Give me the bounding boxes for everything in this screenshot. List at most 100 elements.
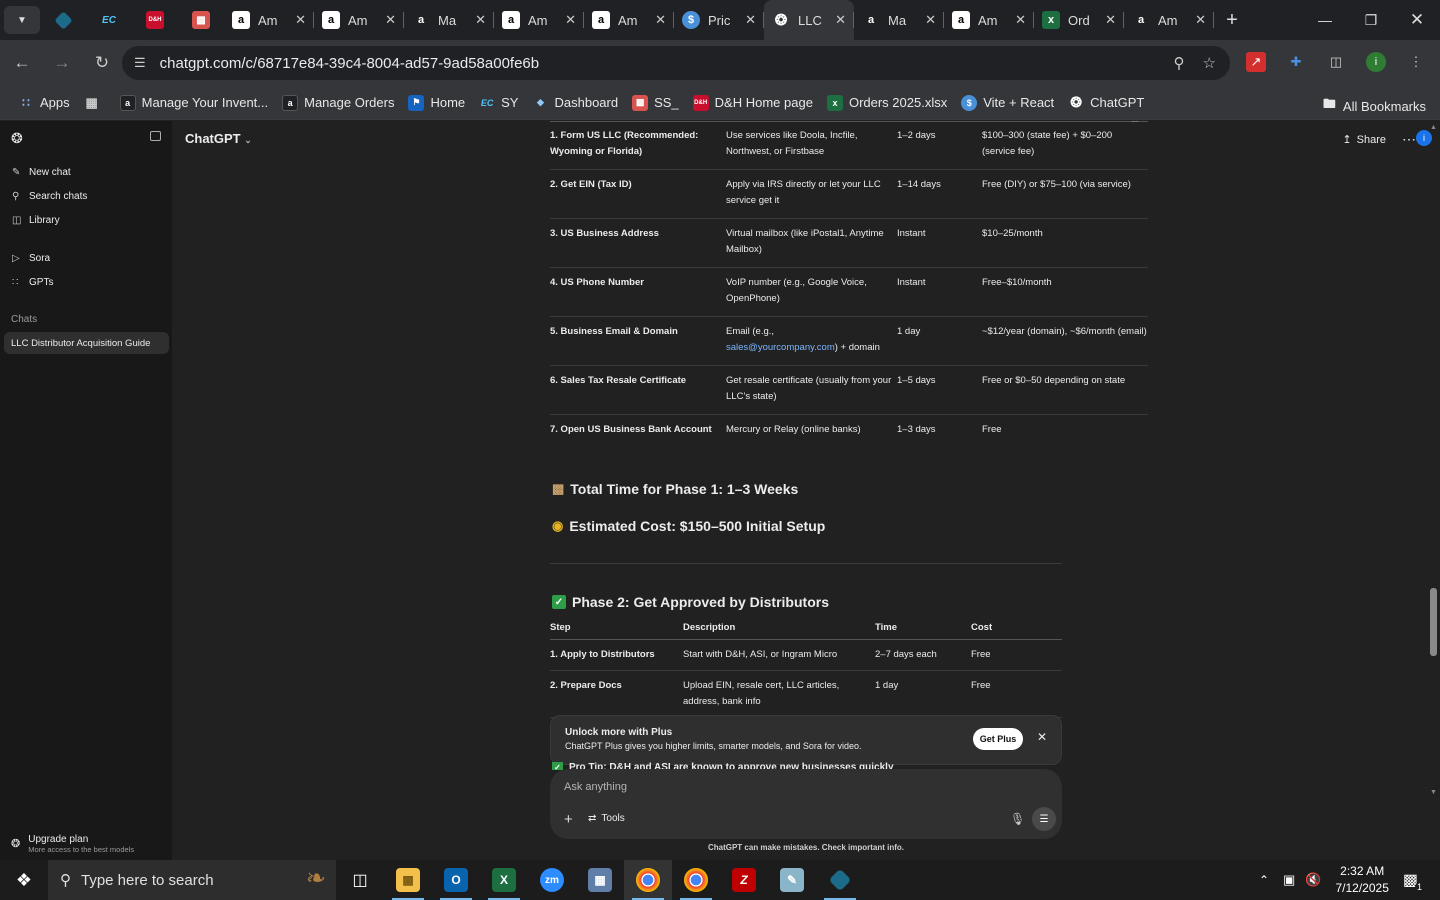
sidebar-toggle-icon[interactable] xyxy=(150,131,161,141)
tab-amazon-7[interactable]: a Am ✕ xyxy=(944,0,1034,40)
taskbar-calculator[interactable]: ▦ xyxy=(576,860,624,900)
scrollbar-thumb[interactable] xyxy=(1430,588,1437,656)
sidebar-item-gpts[interactable]: ∷ GPTs xyxy=(12,277,53,288)
microphone-icon[interactable]: 🎙 xyxy=(1010,812,1025,826)
tab-pricing[interactable]: $ Pric ✕ xyxy=(674,0,764,40)
voice-mode-icon[interactable]: ☰ xyxy=(1032,807,1056,831)
bookmark-sy[interactable]: EC SY xyxy=(479,95,519,111)
profile-avatar[interactable]: i xyxy=(1366,52,1386,72)
sidebar-item-search-chats[interactable]: ⚲ Search chats xyxy=(12,191,87,202)
close-icon[interactable]: ✕ xyxy=(655,12,666,28)
scroll-down-icon[interactable]: ▼ xyxy=(1430,789,1437,796)
tab-amazon-2[interactable]: a Am ✕ xyxy=(314,0,404,40)
openai-logo-icon[interactable]: ❂ xyxy=(11,130,23,147)
pdf-extension-icon[interactable]: ↗ xyxy=(1246,52,1266,72)
close-icon[interactable]: ✕ xyxy=(385,12,396,28)
bookmark-manage-inventory[interactable]: a Manage Your Invent... xyxy=(119,94,268,111)
tab-amazon-5[interactable]: a Am ✕ xyxy=(584,0,674,40)
tab-llc-active[interactable]: ❂ LLC ✕ xyxy=(764,0,854,40)
zoom-icon[interactable]: ⚲ xyxy=(1174,54,1185,72)
add-plus-icon[interactable]: + xyxy=(564,811,573,828)
bookmark-dashboard[interactable]: ◆ Dashboard xyxy=(532,95,618,111)
sidebar-item-sora[interactable]: ▷ Sora xyxy=(12,253,50,264)
close-icon[interactable]: ✕ xyxy=(1037,730,1047,744)
reload-icon[interactable]: ↻ xyxy=(84,53,120,73)
new-tab-plus-icon[interactable]: + xyxy=(1214,9,1250,32)
message-input[interactable]: Ask anything xyxy=(564,781,627,793)
sidebar-item-library[interactable]: ◫ Library xyxy=(12,215,60,226)
get-plus-button[interactable]: Get Plus xyxy=(973,728,1023,750)
back-arrow-icon[interactable]: ← xyxy=(4,53,40,73)
tools-button[interactable]: ⇄ Tools xyxy=(588,813,625,824)
taskbar-filezilla[interactable]: Z xyxy=(720,860,768,900)
more-options-icon[interactable]: ⋯ xyxy=(1402,131,1416,148)
close-icon[interactable]: ✕ xyxy=(565,12,576,28)
tab-orders-excel[interactable]: x Ord ✕ xyxy=(1034,0,1124,40)
close-icon[interactable]: ✕ xyxy=(1015,12,1026,28)
bookmark-vite-react[interactable]: $ Vite + React xyxy=(961,94,1054,111)
menu-kebab-icon[interactable]: ⋮ xyxy=(1406,52,1426,72)
bookmark-chatgpt[interactable]: ❂ ChatGPT xyxy=(1068,94,1144,111)
tab-amazon-8[interactable]: a Am ✕ xyxy=(1124,0,1214,40)
pinned-tab-3[interactable]: D&H xyxy=(132,0,178,40)
close-icon[interactable]: ✕ xyxy=(1105,12,1116,28)
extensions-puzzle-icon[interactable]: ◫ xyxy=(1326,52,1346,72)
upgrade-plan[interactable]: ❂ Upgrade plan More access to the best m… xyxy=(11,834,134,854)
close-icon[interactable]: ✕ xyxy=(835,12,846,28)
all-bookmarks[interactable]: 🖿 All Bookmarks xyxy=(1323,95,1426,117)
clock[interactable]: 2:32 AM 7/12/2025 xyxy=(1335,863,1388,897)
tray-chevron-up-icon[interactable]: ⌃ xyxy=(1259,873,1269,887)
close-icon[interactable]: ✕ xyxy=(475,12,486,28)
restore-icon[interactable]: ❐ xyxy=(1348,0,1394,40)
pinned-tab-2[interactable]: EC xyxy=(86,0,132,40)
bookmark-grid[interactable]: ▦ xyxy=(84,95,106,111)
bookmark-ss[interactable]: ▩ SS_ xyxy=(632,94,679,111)
bookmark-star-icon[interactable]: ☆ xyxy=(1203,54,1216,72)
bookmark-apps[interactable]: ∷ Apps xyxy=(18,95,69,111)
forward-arrow-icon[interactable]: → xyxy=(44,53,80,73)
volume-muted-icon[interactable]: 🔇 xyxy=(1305,872,1321,888)
scrollbar[interactable]: ▲ ▼ xyxy=(1429,121,1438,860)
taskbar-excel[interactable]: X xyxy=(480,860,528,900)
puzzle-color-extension-icon[interactable]: ✚ xyxy=(1286,52,1306,72)
network-icon[interactable]: ▣ xyxy=(1283,872,1295,888)
sidebar-item-new-chat[interactable]: ✎ New chat xyxy=(12,167,71,178)
address-bar[interactable]: ☰ chatgpt.com/c/68717e84-39c4-8004-ad57-… xyxy=(122,46,1230,80)
bookmark-dh-home[interactable]: D&H D&H Home page xyxy=(692,94,813,111)
model-selector[interactable]: ChatGPT ⌄ xyxy=(185,131,252,146)
chat-item-llc-guide[interactable]: LLC Distributor Acquisition Guide xyxy=(4,332,169,354)
close-icon[interactable]: ✕ xyxy=(1195,12,1206,28)
tab-amazon-3[interactable]: a Ma ✕ xyxy=(404,0,494,40)
window-close-icon[interactable]: ✕ xyxy=(1394,0,1440,40)
taskbar-search-box[interactable]: ⚲ Type here to search ❧ xyxy=(48,860,336,900)
taskbar-diamond-app[interactable] xyxy=(816,860,864,900)
tab-amazon-1[interactable]: a Am ✕ xyxy=(224,0,314,40)
taskbar-outlook[interactable]: O xyxy=(432,860,480,900)
taskbar-file-explorer[interactable]: ▩ xyxy=(384,860,432,900)
taskbar-notepad[interactable]: ✎ xyxy=(768,860,816,900)
start-button[interactable]: ❖ xyxy=(0,860,48,900)
bookmark-orders-2025[interactable]: x Orders 2025.xlsx xyxy=(826,94,947,111)
minimize-icon[interactable]: — xyxy=(1302,0,1348,40)
notification-center-icon[interactable]: ▩ 1 xyxy=(1403,870,1424,892)
scroll-up-icon[interactable]: ▲ xyxy=(1430,124,1437,131)
close-icon[interactable]: ✕ xyxy=(295,12,306,28)
bookmark-manage-orders[interactable]: a Manage Orders xyxy=(282,94,394,111)
close-icon[interactable]: ✕ xyxy=(745,12,756,28)
email-link[interactable]: sales@yourcompany.com xyxy=(726,342,835,353)
bookmark-home[interactable]: ⚑ Home xyxy=(408,94,465,111)
close-icon[interactable]: ✕ xyxy=(925,12,936,28)
tab-amazon-4[interactable]: a Am ✕ xyxy=(494,0,584,40)
tab-search-chevron-icon[interactable]: ▼ xyxy=(4,6,40,34)
pinned-tab-4[interactable]: ▩ xyxy=(178,0,224,40)
site-settings-icon[interactable]: ☰ xyxy=(134,55,146,71)
share-button[interactable]: ↥ Share xyxy=(1342,133,1386,147)
browser-toolbar: ← → ↻ ☰ chatgpt.com/c/68717e84-39c4-8004… xyxy=(0,40,1440,86)
tab-amazon-6[interactable]: a Ma ✕ xyxy=(854,0,944,40)
task-view-button[interactable]: ◫ xyxy=(336,860,384,900)
taskbar-chrome-2[interactable] xyxy=(672,860,720,900)
pinned-tab-1[interactable] xyxy=(40,0,86,40)
taskbar-zoom[interactable]: zm xyxy=(528,860,576,900)
url-text[interactable]: chatgpt.com/c/68717e84-39c4-8004-ad57-9a… xyxy=(160,55,539,72)
taskbar-chrome-1[interactable] xyxy=(624,860,672,900)
